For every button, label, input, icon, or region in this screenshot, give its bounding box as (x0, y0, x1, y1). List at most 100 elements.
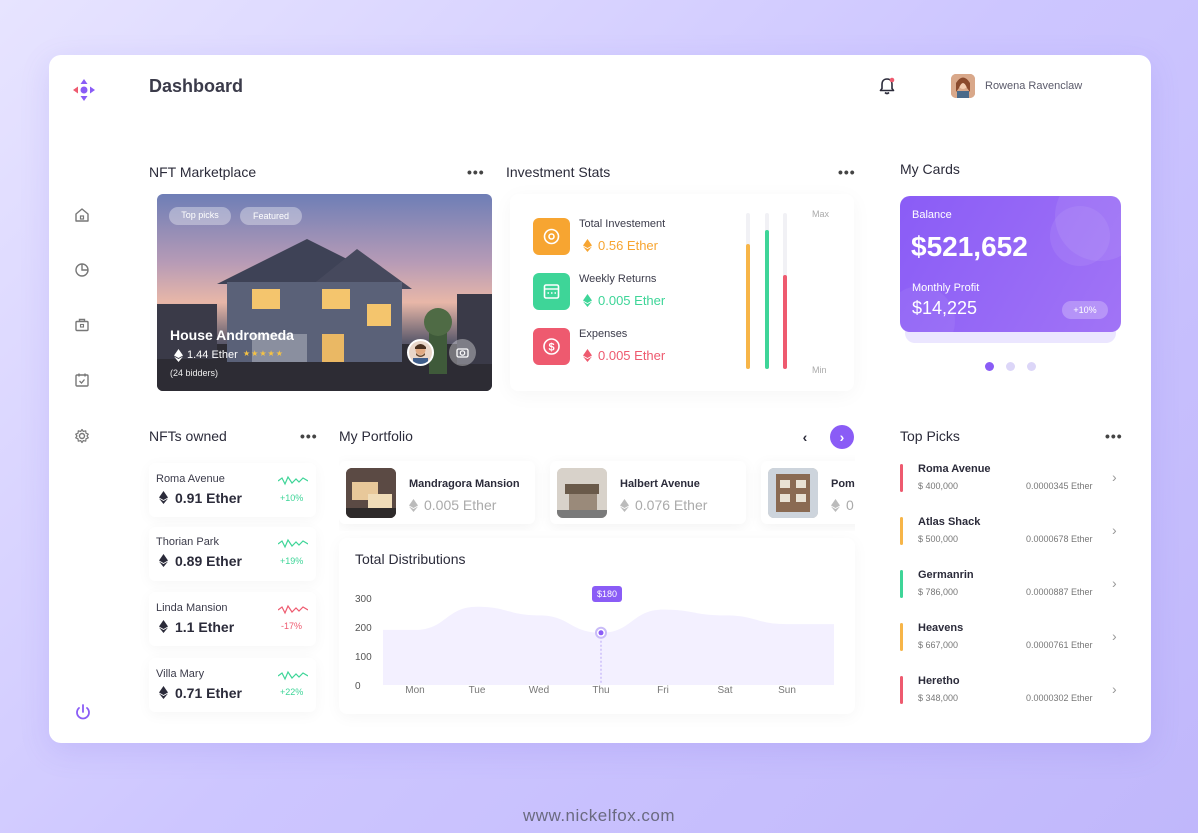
investment-bar (746, 213, 750, 369)
pick-price: $ 500,000 (918, 534, 959, 544)
balance-label: Balance (912, 209, 952, 221)
chevron-right-icon[interactable]: › (1112, 681, 1117, 697)
pie-chart-icon[interactable] (73, 261, 91, 279)
carousel-dot-1[interactable] (985, 362, 994, 371)
expenses-bar (783, 213, 787, 369)
ether-icon (159, 620, 168, 633)
pick-color-bar (900, 517, 903, 545)
returns-bar (765, 213, 769, 369)
portfolio-item-value: 0 (846, 497, 854, 513)
owned-item-name: Roma Avenue (156, 473, 225, 485)
bidder-avatar[interactable] (407, 339, 434, 366)
top-picks-chip[interactable]: Top picks (169, 207, 231, 225)
carousel-dot-2[interactable] (1006, 362, 1015, 371)
pick-ether: 0.0000345 Ether (1026, 481, 1093, 491)
pick-price: $ 786,000 (918, 587, 959, 597)
x-tick-label: Sat (717, 685, 732, 696)
ether-icon (583, 294, 592, 307)
owned-item-change: +19% (280, 556, 304, 566)
stat-value-weekly: 0.005 Ether (598, 293, 666, 308)
app-logo-icon[interactable] (71, 77, 97, 103)
highlight-point-core (598, 630, 604, 636)
cards-title: My Cards (900, 161, 960, 177)
home-icon[interactable] (73, 206, 91, 224)
nft-price: 1.44 Ether (187, 349, 238, 361)
briefcase-icon[interactable] (73, 316, 91, 334)
stat-label-expenses: Expenses (579, 328, 628, 340)
user-name[interactable]: Rowena Ravenclaw (985, 80, 1082, 92)
ether-icon (174, 349, 183, 362)
target-icon (533, 218, 570, 255)
stat-label-weekly: Weekly Returns (579, 273, 657, 285)
profit-badge: +10% (1062, 301, 1108, 319)
x-tick-label: Tue (469, 685, 486, 696)
x-tick-label: Thu (592, 685, 609, 696)
property-thumbnail (557, 468, 607, 518)
pick-name[interactable]: Heavens (918, 622, 963, 634)
pick-price: $ 348,000 (918, 693, 959, 703)
user-avatar[interactable] (951, 74, 975, 98)
distribution-area (383, 606, 834, 685)
chart-tooltip: $180 (592, 586, 622, 602)
pick-name[interactable]: Atlas Shack (918, 516, 980, 528)
ether-icon (159, 686, 168, 699)
bell-icon[interactable] (877, 76, 897, 96)
chevron-right-icon[interactable]: › (1112, 469, 1117, 485)
pick-name[interactable]: Germanrin (918, 569, 974, 581)
camera-button[interactable] (449, 339, 476, 366)
picks-title: Top Picks (900, 428, 960, 444)
portfolio-prev-button[interactable]: ‹ (793, 425, 817, 449)
investment-menu-button[interactable]: ••• (838, 164, 856, 180)
balance-value: $521,652 (911, 231, 1028, 262)
footer-url: www.nickelfox.com (522, 806, 676, 825)
nft-rating: ★★★★★ (243, 349, 284, 358)
nft-name: House Andromeda (170, 327, 294, 343)
power-icon[interactable] (73, 702, 93, 722)
owned-item-value: 0.89 Ether (175, 553, 242, 569)
owned-item-name: Linda Mansion (156, 602, 228, 614)
nft-bidders: (24 bidders) (170, 368, 219, 378)
gear-icon[interactable] (73, 427, 91, 445)
chevron-right-icon[interactable]: › (1112, 522, 1117, 538)
portfolio-next-button[interactable]: › (830, 425, 854, 449)
pick-color-bar (900, 676, 903, 704)
pick-color-bar (900, 570, 903, 598)
pick-ether: 0.0000761 Ether (1026, 640, 1093, 650)
profit-label: Monthly Profit (912, 282, 980, 294)
owned-item-change: -17% (281, 621, 303, 631)
trend-up-sparkline (278, 475, 308, 486)
featured-chip[interactable]: Featured (240, 207, 302, 225)
calendar-icon[interactable] (73, 371, 91, 389)
pick-color-bar (900, 464, 903, 492)
pick-ether: 0.0000678 Ether (1026, 534, 1093, 544)
owned-item-value: 0.71 Ether (175, 685, 242, 701)
owned-item-name: Thorian Park (156, 536, 219, 548)
portfolio-item-value: 0.076 Ether (635, 497, 708, 513)
svg-text:$: $ (548, 342, 554, 354)
owned-item-change: +10% (280, 493, 304, 503)
owned-menu-button[interactable]: ••• (300, 428, 318, 444)
y-tick-label: 300 (355, 594, 372, 605)
ether-icon (159, 554, 168, 567)
ether-icon (409, 499, 418, 512)
chevron-right-icon[interactable]: › (1112, 628, 1117, 644)
marketplace-menu-button[interactable]: ••• (467, 164, 485, 180)
trend-up-sparkline (278, 538, 308, 549)
ether-icon (583, 349, 592, 362)
x-tick-label: Mon (405, 685, 424, 696)
calendar-icon (533, 273, 570, 310)
distribution-chart: 300 200 100 0 Mon Tue Wed Thu Fri Sat Sun (355, 594, 834, 696)
portfolio-carousel: Mandragora Mansion 0.005 Ether Halbert A… (339, 455, 855, 531)
pick-name[interactable]: Heretho (918, 675, 960, 687)
portfolio-item-name: Pome (831, 478, 855, 490)
stat-value-total: 0.56 Ether (598, 238, 658, 253)
pick-price: $ 667,000 (918, 640, 959, 650)
picks-menu-button[interactable]: ••• (1105, 428, 1123, 444)
property-thumbnail (346, 468, 396, 518)
max-label: Max (812, 209, 830, 219)
carousel-dot-3[interactable] (1027, 362, 1036, 371)
owned-item-name: Villa Mary (156, 668, 205, 680)
ether-icon (583, 239, 592, 252)
chevron-right-icon[interactable]: › (1112, 575, 1117, 591)
pick-name[interactable]: Roma Avenue (918, 463, 991, 475)
